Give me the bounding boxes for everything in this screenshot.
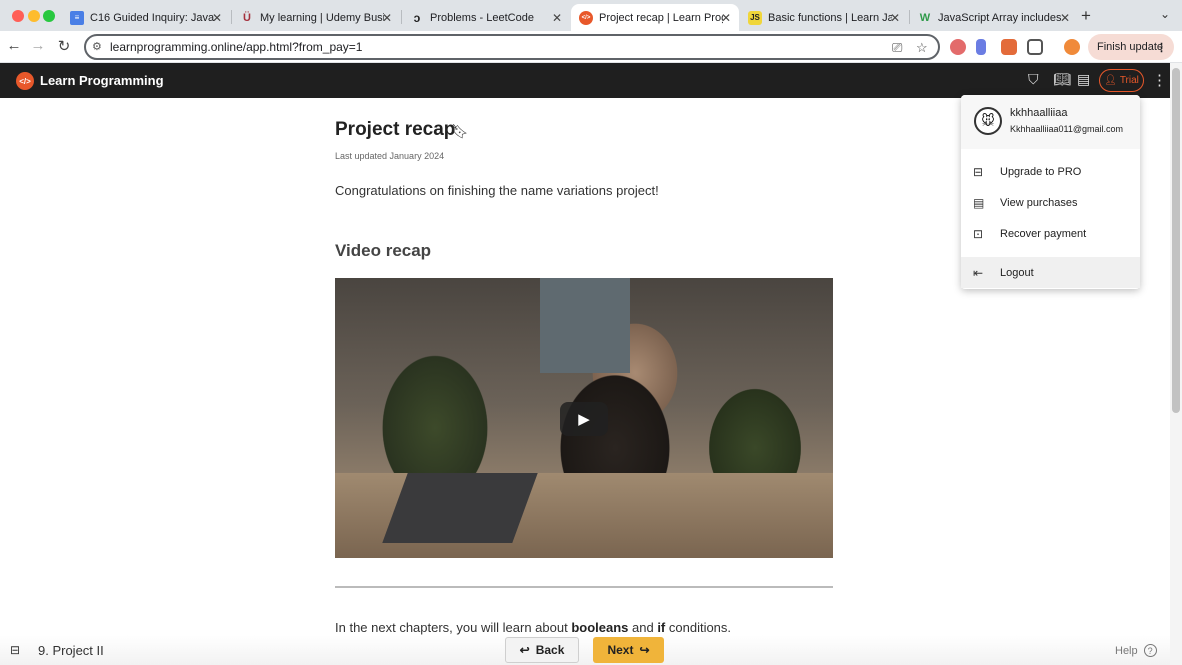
user-dropdown-menu: 🐭︎ kkhhaalliiaa Kkhhaalliiaa011@gmail.co… bbox=[961, 95, 1140, 289]
extensions-puzzle-icon[interactable] bbox=[1027, 39, 1043, 55]
help-icon: ? bbox=[1143, 644, 1157, 657]
notes-icon[interactable]: ▤ bbox=[1077, 71, 1090, 88]
extension-icon[interactable] bbox=[1001, 39, 1017, 55]
tab-title: Problems - LeetCode bbox=[430, 11, 534, 24]
kebab-menu-icon: ⋮ bbox=[1156, 41, 1167, 54]
tab-title: C16 Guided Inquiry: JavaScript bbox=[90, 11, 214, 24]
browser-tab[interactable]: ↄ Problems - LeetCode ✕ bbox=[402, 4, 570, 31]
reload-icon[interactable]: ↻ bbox=[54, 37, 74, 55]
browser-tab[interactable]: W JavaScript Array includes() M ✕ bbox=[910, 4, 1078, 31]
close-tab-icon[interactable]: ✕ bbox=[382, 11, 392, 25]
browser-tabstrip: ≡ C16 Guided Inquiry: JavaScript ✕ Ü My … bbox=[0, 0, 1182, 31]
forward-arrow-icon[interactable]: → bbox=[28, 37, 48, 54]
browser-toolbar: ← → ↻ ⚙ learnprogramming.online/app.html… bbox=[0, 31, 1182, 63]
back-arrow-icon[interactable]: ← bbox=[4, 37, 24, 54]
chapter-label[interactable]: 9. Project II bbox=[38, 643, 104, 658]
close-tab-icon[interactable]: ✕ bbox=[212, 11, 222, 25]
more-menu-icon[interactable]: ⋮ bbox=[1152, 71, 1167, 89]
finish-update-label: Finish update bbox=[1097, 41, 1164, 53]
finish-update-button[interactable]: Finish update ⋮ bbox=[1088, 34, 1174, 60]
last-updated: Last updated January 2024 bbox=[335, 151, 445, 161]
section-heading: Video recap bbox=[335, 241, 432, 260]
video-frame-window bbox=[540, 278, 630, 373]
close-tab-icon[interactable]: ✕ bbox=[721, 11, 731, 25]
bookmark-icon[interactable]: 🔖︎ bbox=[451, 123, 469, 140]
tab-search-icon[interactable]: ⌄ bbox=[1160, 7, 1170, 21]
user-icon: 👤︎ bbox=[1104, 75, 1117, 86]
video-frame-laptop bbox=[382, 473, 538, 543]
maximize-window-button[interactable] bbox=[43, 10, 55, 22]
menu-item-label: Logout bbox=[1000, 266, 1034, 279]
code-icon: </> bbox=[579, 10, 593, 25]
divider bbox=[335, 586, 833, 588]
intro-text: Congratulations on finishing the name va… bbox=[335, 183, 659, 198]
page-title: Project recap bbox=[335, 119, 456, 140]
menu-item-upgrade[interactable]: ⊟ Upgrade to PRO bbox=[961, 156, 1140, 187]
menu-item-view-purchases[interactable]: ▤ View purchases bbox=[961, 187, 1140, 218]
js-icon: JS bbox=[748, 10, 762, 25]
minimize-window-button[interactable] bbox=[28, 10, 40, 22]
close-tab-icon[interactable]: ✕ bbox=[890, 11, 900, 25]
help-label: Help bbox=[1115, 644, 1138, 657]
w3-icon: W bbox=[919, 11, 931, 24]
book-icon[interactable]: 📖︎ bbox=[1053, 71, 1071, 88]
install-app-icon[interactable]: ⎚ bbox=[892, 40, 902, 56]
extension-icon[interactable] bbox=[976, 39, 986, 55]
leetcode-icon: ↄ bbox=[413, 10, 421, 25]
user-name: kkhhaalliiaa bbox=[1010, 107, 1068, 119]
logo-icon[interactable]: </> bbox=[16, 72, 34, 90]
next-button[interactable]: Next ↪ bbox=[593, 637, 664, 663]
badge-icon[interactable]: ⛉ bbox=[1028, 71, 1039, 88]
next-label: Next bbox=[607, 643, 634, 657]
browser-tab[interactable]: Ü My learning | Udemy Business ✕ bbox=[232, 4, 400, 31]
menu-item-recover-payment[interactable]: ⊡ Recover payment bbox=[961, 218, 1140, 249]
user-email: Kkhhaalliiaa011@gmail.com bbox=[1010, 124, 1124, 134]
menu-item-label: Upgrade to PRO bbox=[1000, 165, 1082, 178]
upgrade-icon: ⊟ bbox=[973, 164, 984, 179]
logout-icon: ⇤ bbox=[973, 265, 984, 280]
video-player[interactable]: ▶ bbox=[335, 278, 833, 558]
bookmark-star-icon[interactable]: ☆ bbox=[916, 40, 928, 56]
tab-title: JavaScript Array includes() M bbox=[938, 11, 1062, 24]
avatar: 🐭︎ bbox=[974, 107, 1002, 135]
recover-icon: ⊡ bbox=[973, 226, 984, 241]
scrollbar-thumb[interactable] bbox=[1172, 68, 1180, 413]
doc-icon: ≡ bbox=[70, 10, 84, 25]
url-text: learnprogramming.online/app.html?from_pa… bbox=[110, 40, 363, 54]
udemy-icon: Ü bbox=[243, 11, 251, 24]
sidebar-toggle-icon[interactable]: ⊟ bbox=[10, 643, 20, 657]
menu-item-logout[interactable]: ⇤ Logout bbox=[961, 257, 1140, 288]
back-label: Back bbox=[535, 643, 565, 657]
app-title[interactable]: Learn Programming bbox=[40, 73, 164, 88]
back-button[interactable]: ↩ Back bbox=[505, 637, 579, 663]
bottom-nav-bar: ⊟ 9. Project II ↩ Back Next ↪ Help ? bbox=[0, 635, 1170, 665]
close-window-button[interactable] bbox=[12, 10, 24, 22]
tab-title: Basic functions | Learn JavaScript bbox=[768, 11, 892, 24]
profile-avatar-icon[interactable] bbox=[1064, 39, 1080, 55]
play-button-icon[interactable]: ▶ bbox=[560, 402, 608, 436]
site-info-icon[interactable]: ⚙ bbox=[92, 40, 102, 53]
menu-user-header: 🐭︎ kkhhaalliiaa Kkhhaalliiaa011@gmail.co… bbox=[961, 95, 1140, 149]
tab-title: My learning | Udemy Business bbox=[260, 11, 384, 24]
extension-icon[interactable] bbox=[950, 39, 966, 55]
app-header: </> Learn Programming ⛉ 📖︎ ▤ 👤︎ Trial ⋮ bbox=[0, 63, 1170, 98]
tab-title: Project recap | Learn Programming bbox=[599, 11, 723, 24]
trial-label: Trial bbox=[1119, 75, 1139, 86]
back-arrow-icon: ↩ bbox=[519, 643, 530, 657]
receipt-icon: ▤ bbox=[973, 195, 985, 210]
browser-tab[interactable]: ≡ C16 Guided Inquiry: JavaScript ✕ bbox=[62, 4, 230, 31]
close-tab-icon[interactable]: ✕ bbox=[552, 11, 562, 25]
menu-item-label: View purchases bbox=[1000, 196, 1078, 209]
browser-tab[interactable]: JS Basic functions | Learn JavaScript ✕ bbox=[740, 4, 908, 31]
menu-item-label: Recover payment bbox=[1000, 227, 1087, 240]
next-arrow-icon: ↪ bbox=[639, 643, 650, 657]
new-tab-icon[interactable]: + bbox=[1081, 6, 1091, 26]
help-button[interactable]: Help ? bbox=[1115, 644, 1157, 657]
trial-button[interactable]: 👤︎ Trial bbox=[1099, 69, 1144, 92]
close-tab-icon[interactable]: ✕ bbox=[1060, 11, 1070, 25]
address-bar[interactable]: ⚙ learnprogramming.online/app.html?from_… bbox=[84, 34, 940, 60]
browser-tab-active[interactable]: </> Project recap | Learn Programming ✕ bbox=[571, 4, 739, 31]
next-chapters-text: In the next chapters, you will learn abo… bbox=[335, 620, 732, 635]
